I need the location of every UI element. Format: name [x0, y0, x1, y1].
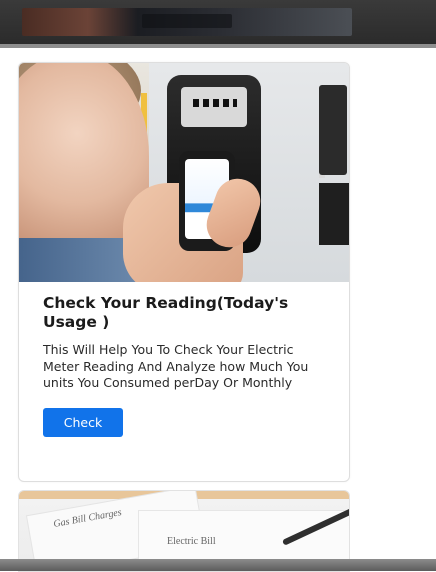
divider: [0, 44, 436, 48]
bottom-bar: [0, 559, 436, 571]
card-description: This Will Help You To Check Your Electri…: [43, 342, 309, 390]
card-title: Check Your Reading(Today's Usage ): [43, 294, 289, 331]
panel-device: [319, 85, 347, 175]
top-banner: [0, 0, 436, 44]
usage-card: Check Your Reading(Today's Usage ) This …: [18, 62, 350, 482]
card-body: Check Your Reading(Today's Usage ) This …: [19, 282, 349, 437]
panel-device: [319, 183, 349, 245]
bill-paper-label: Electric Bill: [167, 536, 216, 547]
meter-reading-image: [19, 63, 349, 282]
banner-image: [22, 8, 352, 36]
meter-display: [193, 99, 237, 107]
check-button[interactable]: Check: [43, 407, 123, 437]
